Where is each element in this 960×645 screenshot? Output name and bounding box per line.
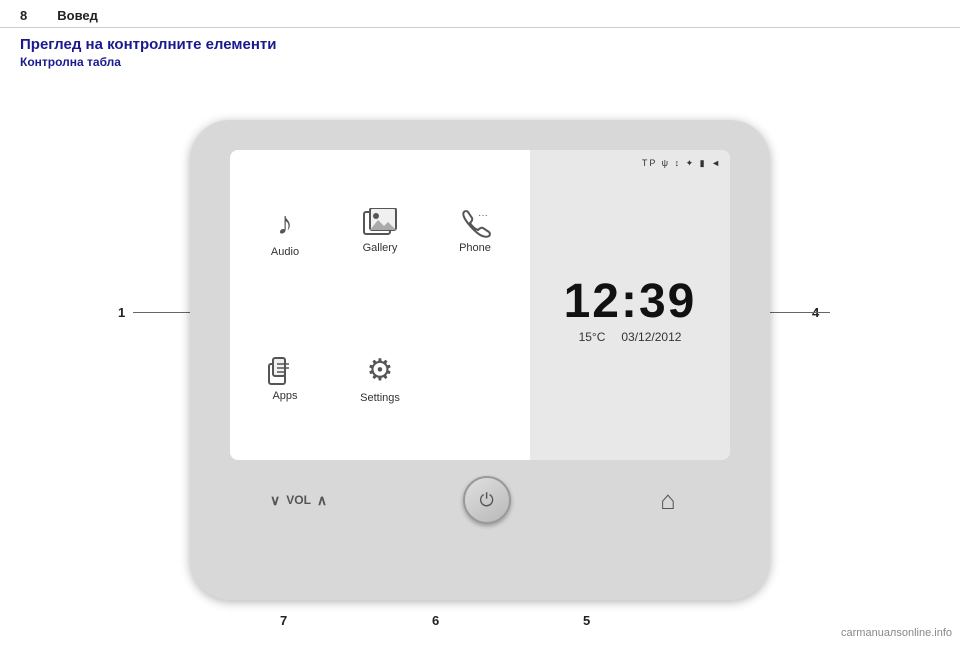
audio-label: Audio xyxy=(271,246,299,258)
vol-control[interactable]: ∨ VOL ∧ xyxy=(270,492,327,509)
app-apps[interactable]: Apps xyxy=(240,308,330,451)
status-icons: TP ψ ↕ ✦ ▮ ◄ xyxy=(642,158,722,169)
page-header: 8 Вовед xyxy=(0,0,960,28)
date: 03/12/2012 xyxy=(621,330,681,344)
diagram-area: 1 2 3 4 5 6 7 Audio xyxy=(0,75,960,645)
apps-label: Apps xyxy=(272,390,297,402)
clock-time: 12:39 xyxy=(564,278,697,326)
svg-text:···: ··· xyxy=(478,210,488,221)
gallery-label: Gallery xyxy=(363,242,398,254)
power-button[interactable]: ⏻ xyxy=(463,476,511,524)
home-button[interactable]: ⌂ xyxy=(646,480,690,520)
app-phone[interactable]: ··· Phone xyxy=(430,160,520,303)
callout-7: 7 xyxy=(280,613,287,628)
controls-area: ∨ VOL ∧ ⏻ ⌂ xyxy=(230,476,730,524)
home-icon: ⌂ xyxy=(660,485,676,516)
status-bar: TP ψ ↕ ✦ ▮ ◄ xyxy=(538,158,722,169)
device-screen: Audio Gallery ··· xyxy=(230,150,730,460)
section-subtitle: Контролна табла xyxy=(0,55,960,75)
phone-icon: ··· xyxy=(458,208,492,238)
settings-icon xyxy=(367,353,394,388)
section-title: Преглед на контролните елементи xyxy=(0,28,960,55)
callout-5: 5 xyxy=(583,613,590,628)
apps-icon xyxy=(267,356,303,386)
callout-1: 1 xyxy=(118,305,125,320)
page-number: 8 xyxy=(20,8,27,23)
vol-label: VOL xyxy=(286,493,311,507)
clock-panel: TP ψ ↕ ✦ ▮ ◄ 12:39 15°C 03/12/2012 xyxy=(530,150,730,460)
app-grid: Audio Gallery ··· xyxy=(230,150,530,460)
clock-area: 12:39 15°C 03/12/2012 xyxy=(538,169,722,452)
settings-label: Settings xyxy=(360,392,400,404)
app-settings[interactable]: Settings xyxy=(335,308,425,451)
app-audio[interactable]: Audio xyxy=(240,160,330,303)
empty-cell xyxy=(430,308,520,451)
app-gallery[interactable]: Gallery xyxy=(335,160,425,303)
phone-label: Phone xyxy=(459,242,491,254)
audio-icon xyxy=(277,205,293,242)
callout-6: 6 xyxy=(432,613,439,628)
vol-down-icon[interactable]: ∨ xyxy=(270,492,280,509)
device-shell: Audio Gallery ··· xyxy=(190,120,770,600)
watermark: carmanuалsonline.info xyxy=(841,627,952,639)
temperature: 15°C xyxy=(579,330,606,344)
power-icon: ⏻ xyxy=(479,490,493,511)
clock-date: 15°C 03/12/2012 xyxy=(579,330,682,344)
chapter-title: Вовед xyxy=(57,8,98,23)
vol-up-icon[interactable]: ∧ xyxy=(317,492,327,509)
gallery-icon xyxy=(362,208,398,238)
